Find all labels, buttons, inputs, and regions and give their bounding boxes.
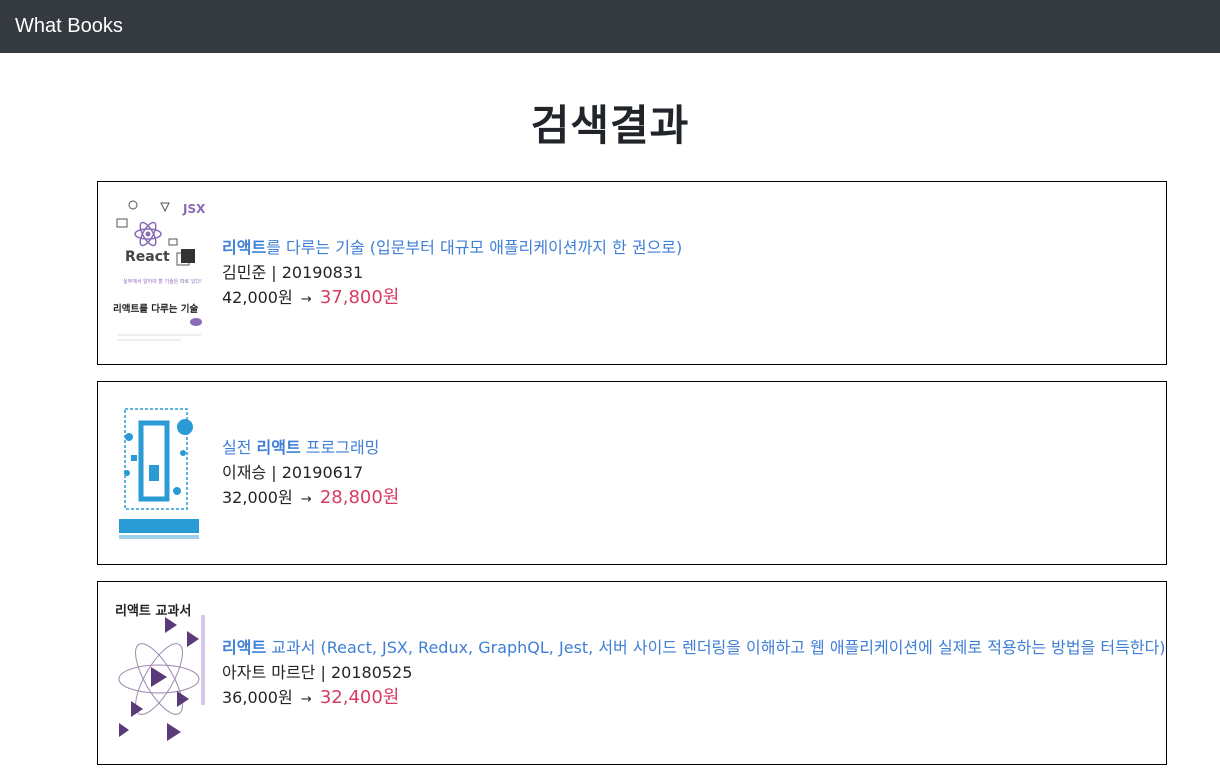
book-author-date: 김민준 | 20190831 bbox=[222, 262, 364, 282]
book-info: 리액트를 다루는 기술 (입문부터 대규모 애플리케이션까지 한 권으로) 김민… bbox=[222, 235, 682, 312]
book-price-row: 32,000원 → 28,800원 bbox=[222, 485, 399, 512]
book-sale-price: 28,800원 bbox=[319, 486, 400, 508]
react-book-cover-art: JSX React 실무에서 알아야 할 기술은 따로 있다! 리액트를 다루는… bbox=[111, 195, 207, 351]
arrow-icon: → bbox=[300, 691, 312, 707]
book-price-row: 36,000원 → 32,400원 bbox=[222, 685, 1166, 712]
search-highlight: 리액트 bbox=[222, 637, 267, 657]
book-list-price: 42,000원 bbox=[222, 287, 293, 307]
book-title-link[interactable]: 리액트를 다루는 기술 (입문부터 대규모 애플리케이션까지 한 권으로) bbox=[222, 235, 682, 260]
book-date: 20190617 bbox=[281, 462, 364, 482]
brand-logo[interactable]: What Books bbox=[15, 15, 123, 38]
book-author-date: 아자트 마르단 | 20180525 bbox=[222, 662, 413, 682]
book-author: 이재승 bbox=[222, 462, 267, 482]
book-sale-price: 37,800원 bbox=[319, 286, 400, 308]
page-title: 검색결과 bbox=[530, 101, 690, 150]
react-textbook-cover-art: 리액트 교과서 bbox=[111, 595, 207, 751]
book-info: 리액트 교과서 (React, JSX, Redux, GraphQL, Jes… bbox=[222, 635, 1166, 712]
book-price-row: 42,000원 → 37,800원 bbox=[222, 285, 682, 312]
arrow-icon: → bbox=[300, 491, 312, 507]
search-highlight: 리액트 bbox=[256, 437, 301, 457]
book-title-link[interactable]: 실전 리액트 프로그래밍 bbox=[222, 435, 399, 460]
arrow-icon: → bbox=[300, 291, 312, 307]
book-date: 20190831 bbox=[281, 262, 364, 282]
book-card: JSX React 실무에서 알아야 할 기술은 따로 있다! 리액트를 다루는… bbox=[97, 181, 1167, 365]
book-author: 아자트 마르단 bbox=[222, 662, 316, 682]
book-list: JSX React 실무에서 알아야 할 기술은 따로 있다! 리액트를 다루는… bbox=[97, 181, 1167, 781]
svg-text:실무에서 알아야 할 기술은 따로 있다!: 실무에서 알아야 할 기술은 따로 있다! bbox=[123, 278, 202, 285]
book-cover-image[interactable] bbox=[111, 395, 207, 551]
svg-text:JSX: JSX bbox=[182, 202, 206, 216]
book-title-link[interactable]: 리액트 교과서 (React, JSX, Redux, GraphQL, Jes… bbox=[222, 635, 1166, 660]
book-date: 20180525 bbox=[330, 662, 413, 682]
book-card: 실전 리액트 프로그래밍 이재승 | 20190617 32,000원 → 28… bbox=[97, 381, 1167, 565]
book-card: 리액트 교과서 리액트 교과서 (React, JSX, Redux, Grap… bbox=[97, 581, 1167, 765]
book-cover-image[interactable]: 리액트 교과서 bbox=[111, 595, 207, 751]
svg-text:리액트 교과서: 리액트 교과서 bbox=[115, 603, 191, 619]
book-author: 김민준 bbox=[222, 262, 267, 282]
search-highlight: 리액트 bbox=[222, 237, 267, 257]
book-cover-image[interactable]: JSX React 실무에서 알아야 할 기술은 따로 있다! 리액트를 다루는… bbox=[111, 195, 207, 351]
book-author-date: 이재승 | 20190617 bbox=[222, 462, 364, 482]
navbar: What Books bbox=[0, 0, 1220, 53]
svg-text:리액트를 다루는 기술: 리액트를 다루는 기술 bbox=[113, 303, 199, 315]
practical-react-book-cover-art bbox=[111, 395, 207, 551]
svg-text:React: React bbox=[125, 249, 170, 265]
book-list-price: 32,000원 bbox=[222, 487, 293, 507]
book-list-price: 36,000원 bbox=[222, 687, 293, 707]
book-info: 실전 리액트 프로그래밍 이재승 | 20190617 32,000원 → 28… bbox=[222, 435, 399, 512]
book-sale-price: 32,400원 bbox=[319, 686, 400, 708]
